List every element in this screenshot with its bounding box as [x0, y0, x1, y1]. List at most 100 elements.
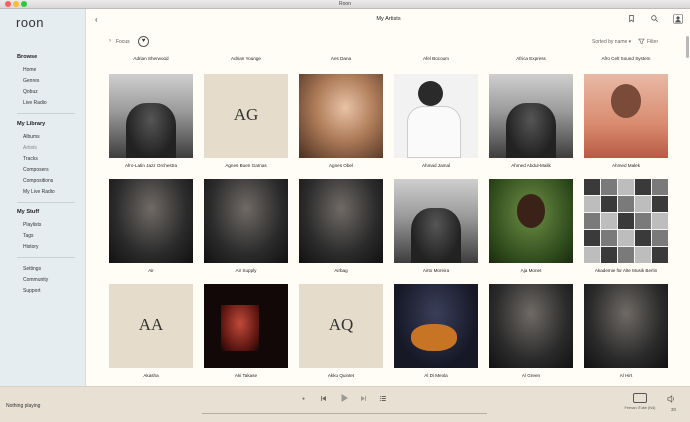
artist-name[interactable]: Adrian Sherwood: [109, 56, 193, 61]
heart-icon[interactable]: ♥: [138, 36, 149, 47]
sidebar-item-tags[interactable]: Tags: [23, 233, 34, 239]
artist-name[interactable]: Al Green: [489, 373, 573, 378]
artist-tile[interactable]: AA Akasha: [109, 284, 193, 378]
window-titlebar: Roon: [0, 0, 690, 9]
artist-name[interactable]: Afro-Latin Jazz Orchestra: [109, 163, 193, 168]
volume-value[interactable]: 30: [671, 407, 676, 412]
artist-name[interactable]: Akademie für Alte Musik Berlin: [584, 268, 668, 273]
sidebar-item-my-live-radio[interactable]: My Live Radio: [23, 189, 55, 195]
artist-name[interactable]: Akasha: [109, 373, 193, 378]
artist-tile[interactable]: Ahmad Jamal: [394, 74, 478, 168]
artist-image[interactable]: [394, 74, 478, 158]
artist-name[interactable]: Afel Bocoum: [394, 56, 478, 61]
artist-name[interactable]: Aes Dana: [299, 56, 383, 61]
sidebar-item-settings[interactable]: Settings: [23, 266, 41, 272]
progress-bar[interactable]: [202, 413, 487, 414]
artist-name[interactable]: Africa Express: [489, 56, 573, 61]
artist-tile[interactable]: Aja Monet: [489, 179, 573, 273]
artist-name[interactable]: Ahmed Malek: [584, 163, 668, 168]
sidebar-item-live-radio[interactable]: Live Radio: [23, 100, 47, 106]
shuffle-icon[interactable]: ●: [302, 396, 305, 402]
artist-image[interactable]: [204, 179, 288, 263]
artist-tile[interactable]: Agnes Obel: [299, 74, 383, 168]
artist-name[interactable]: Al Di Meola: [394, 373, 478, 378]
roon-logo: roon: [16, 15, 45, 30]
play-icon[interactable]: [339, 393, 349, 403]
artist-tile[interactable]: Aki Takase: [204, 284, 288, 378]
scrollbar[interactable]: [686, 36, 689, 58]
artist-image[interactable]: [109, 179, 193, 263]
artist-image[interactable]: [394, 284, 478, 368]
sidebar-item-community[interactable]: Community: [23, 277, 48, 283]
focus-button[interactable]: Focus: [116, 39, 130, 45]
artist-tile[interactable]: Air Supply: [204, 179, 288, 273]
previous-icon[interactable]: [320, 395, 327, 402]
artist-name[interactable]: Afro Celt Sound System: [584, 56, 668, 61]
sidebar-item-support[interactable]: Support: [23, 288, 41, 294]
artist-image[interactable]: AG: [204, 74, 288, 158]
artist-name[interactable]: Al Hirt: [584, 373, 668, 378]
artist-name[interactable]: Air: [109, 268, 193, 273]
chevron-right-icon[interactable]: ›: [109, 38, 111, 44]
sidebar-item-qobuz[interactable]: Qobuz: [23, 89, 38, 95]
sidebar-item-playlists[interactable]: Playlists: [23, 222, 41, 228]
search-icon[interactable]: [650, 14, 659, 23]
profile-icon[interactable]: [673, 14, 683, 24]
artist-image[interactable]: [299, 179, 383, 263]
sidebar-item-albums[interactable]: Albums: [23, 134, 40, 140]
filter-button[interactable]: Filter: [647, 39, 658, 45]
sidebar-item-home[interactable]: Home: [23, 67, 36, 73]
artist-tile[interactable]: Air: [109, 179, 193, 273]
artist-tile[interactable]: Airbag: [299, 179, 383, 273]
artist-image[interactable]: [109, 74, 193, 158]
artist-tile[interactable]: Ahmed Malek: [584, 74, 668, 168]
artist-image[interactable]: AA: [109, 284, 193, 368]
artist-tile[interactable]: Al Hirt: [584, 284, 668, 378]
artist-image[interactable]: AQ: [299, 284, 383, 368]
sort-dropdown[interactable]: Sorted by name ▾: [592, 39, 631, 45]
artist-tile[interactable]: AG Agnes Buen Garnas: [204, 74, 288, 168]
volume-icon[interactable]: [667, 395, 675, 403]
artist-name[interactable]: Airto Moreira: [394, 268, 478, 273]
zone-device-icon[interactable]: [633, 393, 647, 403]
artist-name[interactable]: Agnes Obel: [299, 163, 383, 168]
artist-name[interactable]: Aja Monet: [489, 268, 573, 273]
artist-name[interactable]: Aki Takase: [204, 373, 288, 378]
artist-image[interactable]: [489, 74, 573, 158]
sidebar-item-composers[interactable]: Composers: [23, 167, 49, 173]
artist-tile[interactable]: Afro-Latin Jazz Orchestra: [109, 74, 193, 168]
artist-image[interactable]: [394, 179, 478, 263]
sidebar-item-artists[interactable]: Artists: [23, 145, 37, 151]
queue-icon[interactable]: [379, 395, 387, 402]
artist-tile[interactable]: Al Green: [489, 284, 573, 378]
sidebar-item-tracks[interactable]: Tracks: [23, 156, 38, 162]
artist-image[interactable]: [584, 179, 668, 263]
artist-tile[interactable]: Ahmed Abdul-Malik: [489, 74, 573, 168]
artist-image[interactable]: [584, 284, 668, 368]
bookmark-icon[interactable]: [627, 14, 636, 23]
artist-image[interactable]: [204, 284, 288, 368]
artist-name[interactable]: Adrian Younge: [204, 56, 288, 61]
artist-image[interactable]: [489, 284, 573, 368]
sidebar-item-compositions[interactable]: Compositions: [23, 178, 53, 184]
artist-tile[interactable]: Akademie für Alte Musik Berlin: [584, 179, 668, 273]
artist-image[interactable]: [584, 74, 668, 158]
artist-name[interactable]: Agnes Buen Garnas: [204, 163, 288, 168]
artist-name[interactable]: Ahmad Jamal: [394, 163, 478, 168]
window-title: Roon: [339, 1, 351, 7]
artist-name[interactable]: Airbag: [299, 268, 383, 273]
artist-tile[interactable]: Airto Moreira: [394, 179, 478, 273]
zone-label[interactable]: Fernan iTube (N4): [622, 406, 658, 411]
next-icon[interactable]: [360, 395, 367, 402]
artist-initials: AQ: [328, 315, 354, 334]
artist-image[interactable]: [489, 179, 573, 263]
sidebar-item-genres[interactable]: Genres: [23, 78, 39, 84]
artist-name[interactable]: Akku Quintet: [299, 373, 383, 378]
sidebar-item-history[interactable]: History: [23, 244, 39, 250]
artist-name[interactable]: Air Supply: [204, 268, 288, 273]
artist-tile[interactable]: Al Di Meola: [394, 284, 478, 378]
filter-icon[interactable]: [638, 38, 645, 45]
artist-name[interactable]: Ahmed Abdul-Malik: [489, 163, 573, 168]
artist-image[interactable]: [299, 74, 383, 158]
artist-tile[interactable]: AQ Akku Quintet: [299, 284, 383, 378]
